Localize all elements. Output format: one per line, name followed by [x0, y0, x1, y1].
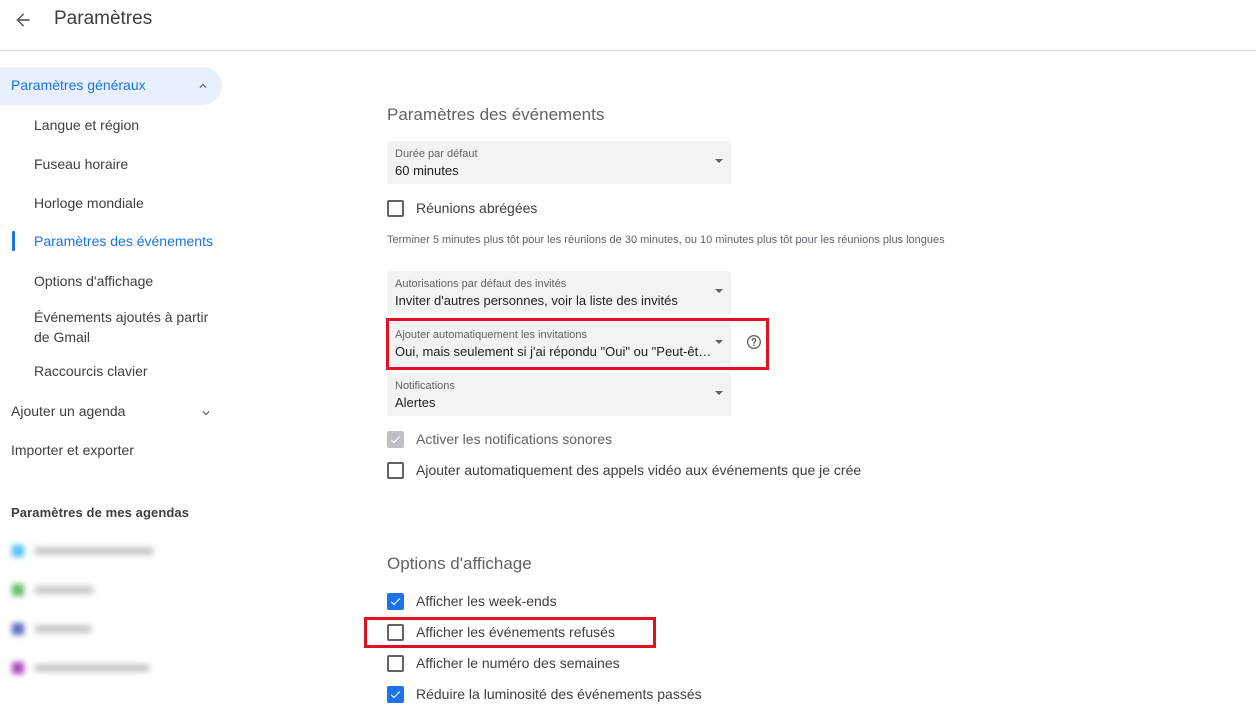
checkbox-label: Afficher le numéro des semaines [416, 655, 620, 671]
calendar-item-blurred[interactable] [8, 540, 198, 562]
select-value: 60 minutes [395, 163, 459, 178]
calendar-color-swatch [12, 623, 24, 635]
calendar-color-swatch [12, 545, 24, 557]
show-weekends-checkbox[interactable] [387, 592, 404, 610]
sidebar-item-general-settings[interactable]: Paramètres généraux [0, 67, 222, 105]
auto-video-calls-checkbox-row[interactable]: Ajouter automatiquement des appels vidéo… [387, 460, 861, 480]
checkbox-label: Activer les notifications sonores [416, 431, 613, 447]
help-icon[interactable] [746, 334, 762, 350]
sidebar-item-label: Ajouter un agenda [11, 403, 126, 419]
select-label: Durée par défaut [395, 148, 478, 160]
calendar-color-swatch [12, 584, 24, 596]
check-icon [390, 690, 401, 698]
calendar-color-swatch [12, 662, 24, 674]
select-value: Inviter d'autres personnes, voir la list… [395, 293, 678, 308]
active-indicator [12, 231, 15, 251]
checkbox-label: Réunions abrégées [416, 200, 538, 216]
speedy-meetings-checkbox[interactable] [387, 199, 404, 217]
sidebar-item-import-export[interactable]: Importer et exporter [11, 442, 134, 458]
blurred-calendar-name [34, 547, 154, 555]
page-title: Paramètres [54, 8, 153, 29]
settings-content: Paramètres des événements Durée par défa… [240, 51, 1256, 707]
dim-past-events-checkbox[interactable] [387, 685, 404, 703]
select-label: Ajouter automatiquement les invitations [395, 329, 587, 341]
sidebar: Paramètres généraux Langue et région Fus… [0, 51, 240, 707]
sidebar-item-view-options[interactable]: Options d'affichage [34, 271, 153, 291]
dropdown-arrow-icon [715, 391, 723, 395]
speedy-meetings-description: Terminer 5 minutes plus tôt pour les réu… [387, 234, 945, 246]
blurred-calendar-name [34, 625, 92, 633]
top-bar: Paramètres [0, 0, 1256, 50]
show-weekends-checkbox-row[interactable]: Afficher les week-ends [387, 591, 557, 611]
select-label: Notifications [395, 380, 455, 392]
check-icon [390, 597, 401, 605]
auto-add-invitations-select[interactable]: Ajouter automatiquement les invitations … [387, 322, 731, 365]
back-arrow-button[interactable] [10, 7, 36, 33]
event-settings-heading: Paramètres des événements [387, 105, 605, 124]
arrow-left-icon [16, 13, 30, 27]
sidebar-item-language-region[interactable]: Langue et région [34, 115, 139, 135]
calendar-item-blurred[interactable] [8, 618, 198, 640]
check-icon [390, 435, 401, 443]
guest-permissions-select[interactable]: Autorisations par défaut des invités Inv… [387, 271, 731, 314]
checkbox-label: Afficher les week-ends [416, 593, 557, 609]
view-options-heading: Options d'affichage [387, 554, 532, 573]
notifications-select[interactable]: Notifications Alertes [387, 373, 731, 416]
sound-notifications-checkbox [387, 430, 404, 448]
dim-past-events-checkbox-row[interactable]: Réduire la luminosité des événements pas… [387, 684, 702, 704]
show-declined-checkbox-row[interactable]: Afficher les événements refusés [387, 622, 615, 642]
checkbox-label: Ajouter automatiquement des appels vidéo… [416, 462, 862, 478]
select-label: Autorisations par défaut des invités [395, 278, 567, 290]
chevron-up-icon [199, 83, 207, 88]
sidebar-item-label: Paramètres généraux [11, 77, 146, 93]
blurred-calendar-name [34, 664, 150, 672]
my-calendars-heading: Paramètres de mes agendas [11, 505, 190, 520]
sound-notifications-checkbox-row: Activer les notifications sonores [387, 429, 612, 449]
sidebar-item-event-settings[interactable]: Paramètres des événements [34, 231, 213, 251]
select-value: Alertes [395, 395, 436, 410]
checkbox-label: Réduire la luminosité des événements pas… [416, 686, 702, 702]
week-numbers-checkbox-row[interactable]: Afficher le numéro des semaines [387, 653, 620, 673]
chevron-down-icon [202, 411, 210, 416]
sidebar-item-world-clock[interactable]: Horloge mondiale [34, 193, 144, 213]
sidebar-item-gmail-events[interactable]: Événements ajoutés à partir de Gmail [34, 307, 224, 347]
sidebar-item-add-calendar[interactable]: Ajouter un agenda [11, 403, 221, 419]
week-numbers-checkbox[interactable] [387, 654, 404, 672]
default-duration-select[interactable]: Durée par défaut 60 minutes [387, 141, 731, 184]
sidebar-item-time-zone[interactable]: Fuseau horaire [34, 154, 128, 174]
sidebar-item-keyboard-shortcuts[interactable]: Raccourcis clavier [34, 361, 148, 381]
calendar-item-blurred[interactable] [8, 657, 198, 679]
calendar-item-blurred[interactable] [8, 579, 198, 601]
dropdown-arrow-icon [715, 159, 723, 163]
show-declined-checkbox[interactable] [387, 623, 404, 641]
auto-video-calls-checkbox[interactable] [387, 461, 404, 479]
blurred-calendar-name [34, 586, 94, 594]
dropdown-arrow-icon [715, 289, 723, 293]
checkbox-label: Afficher les événements refusés [416, 624, 615, 640]
select-value: Oui, mais seulement si j'ai répondu "Oui… [395, 344, 713, 359]
speedy-meetings-checkbox-row[interactable]: Réunions abrégées [387, 198, 537, 218]
dropdown-arrow-icon [715, 340, 723, 344]
